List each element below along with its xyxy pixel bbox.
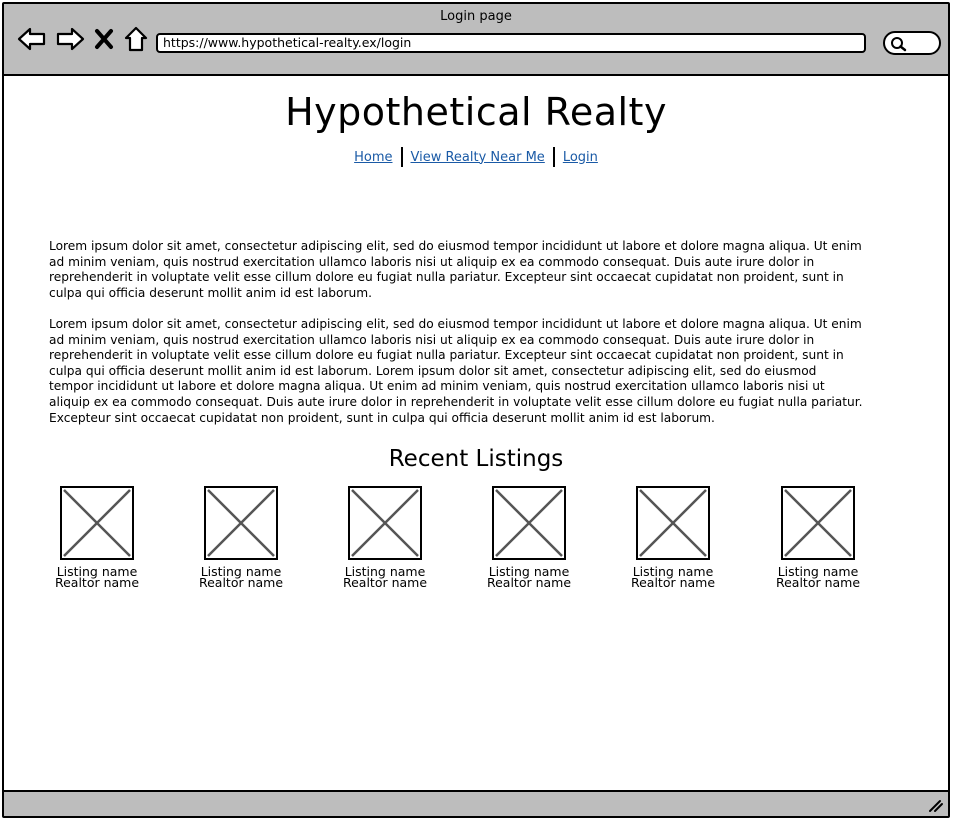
body-paragraph: Lorem ipsum dolor sit amet, consectetur … xyxy=(49,317,863,425)
recent-listings-heading: Recent Listings xyxy=(388,446,564,472)
browser-toolbar: Login page https://www.hypothetical-real… xyxy=(4,4,948,76)
intro-paragraph: Lorem ipsum dolor sit amet, consectetur … xyxy=(49,239,862,300)
realtor-name: Realtor name xyxy=(775,575,861,590)
realtor-name: Realtor name xyxy=(486,575,572,590)
nav-buttons xyxy=(16,24,150,54)
nav-separator xyxy=(552,147,555,167)
search-button[interactable] xyxy=(883,31,941,55)
browser-window: Login page https://www.hypothetical-real… xyxy=(2,2,950,818)
image-placeholder-icon xyxy=(781,486,855,560)
site-navigation: Home View Realty Near Me Login xyxy=(4,147,948,167)
listing-card[interactable]: Listing name Realtor name xyxy=(52,486,142,590)
nav-link-view-realty[interactable]: View Realty Near Me xyxy=(411,150,545,165)
image-placeholder-icon xyxy=(204,486,278,560)
window-title: Login page xyxy=(440,9,512,24)
address-bar[interactable]: https://www.hypothetical-realty.ex/login xyxy=(156,33,866,53)
realtor-name: Realtor name xyxy=(54,575,140,590)
nav-link-login[interactable]: Login xyxy=(563,150,598,165)
image-placeholder-icon xyxy=(348,486,422,560)
realtor-name: Realtor name xyxy=(630,575,716,590)
listing-card[interactable]: Listing name Realtor name xyxy=(628,486,718,590)
realtor-name: Realtor name xyxy=(342,575,428,590)
site-title: Hypothetical Realty xyxy=(285,90,667,134)
back-icon[interactable] xyxy=(16,24,48,54)
search-icon xyxy=(891,37,907,52)
listing-card[interactable]: Listing name Realtor name xyxy=(196,486,286,590)
home-icon[interactable] xyxy=(122,24,150,54)
image-placeholder-icon xyxy=(492,486,566,560)
listing-card[interactable]: Listing name Realtor name xyxy=(773,486,863,590)
listing-card[interactable]: Listing name Realtor name xyxy=(484,486,574,590)
nav-link-home[interactable]: Home xyxy=(354,150,392,165)
close-icon[interactable] xyxy=(92,24,116,54)
status-bar xyxy=(4,790,948,816)
nav-separator xyxy=(400,147,403,167)
resize-grip-icon[interactable] xyxy=(928,799,944,813)
image-placeholder-icon xyxy=(636,486,710,560)
realtor-name: Realtor name xyxy=(198,575,284,590)
listing-card[interactable]: Listing name Realtor name xyxy=(340,486,430,590)
image-placeholder-icon xyxy=(60,486,134,560)
forward-icon[interactable] xyxy=(54,24,86,54)
